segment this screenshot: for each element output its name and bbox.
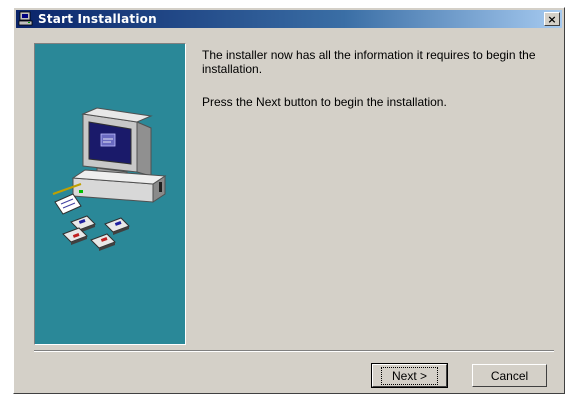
next-button[interactable]: Next > bbox=[371, 363, 448, 388]
title-bar[interactable]: Start Installation × bbox=[16, 10, 562, 28]
close-button[interactable]: × bbox=[544, 12, 560, 26]
window-title: Start Installation bbox=[38, 12, 157, 26]
computer-with-disks-icon bbox=[52, 107, 167, 251]
button-divider bbox=[34, 350, 554, 352]
cancel-button[interactable]: Cancel bbox=[472, 364, 547, 387]
wizard-side-image bbox=[34, 43, 186, 345]
installer-dialog: Start Installation × The installer now h… bbox=[13, 7, 565, 394]
installer-icon bbox=[18, 11, 33, 26]
instruction-paragraph: Press the Next button to begin the insta… bbox=[202, 95, 447, 109]
info-paragraph: The installer now has all the informatio… bbox=[202, 48, 536, 76]
next-button-label: Next > bbox=[380, 366, 438, 385]
